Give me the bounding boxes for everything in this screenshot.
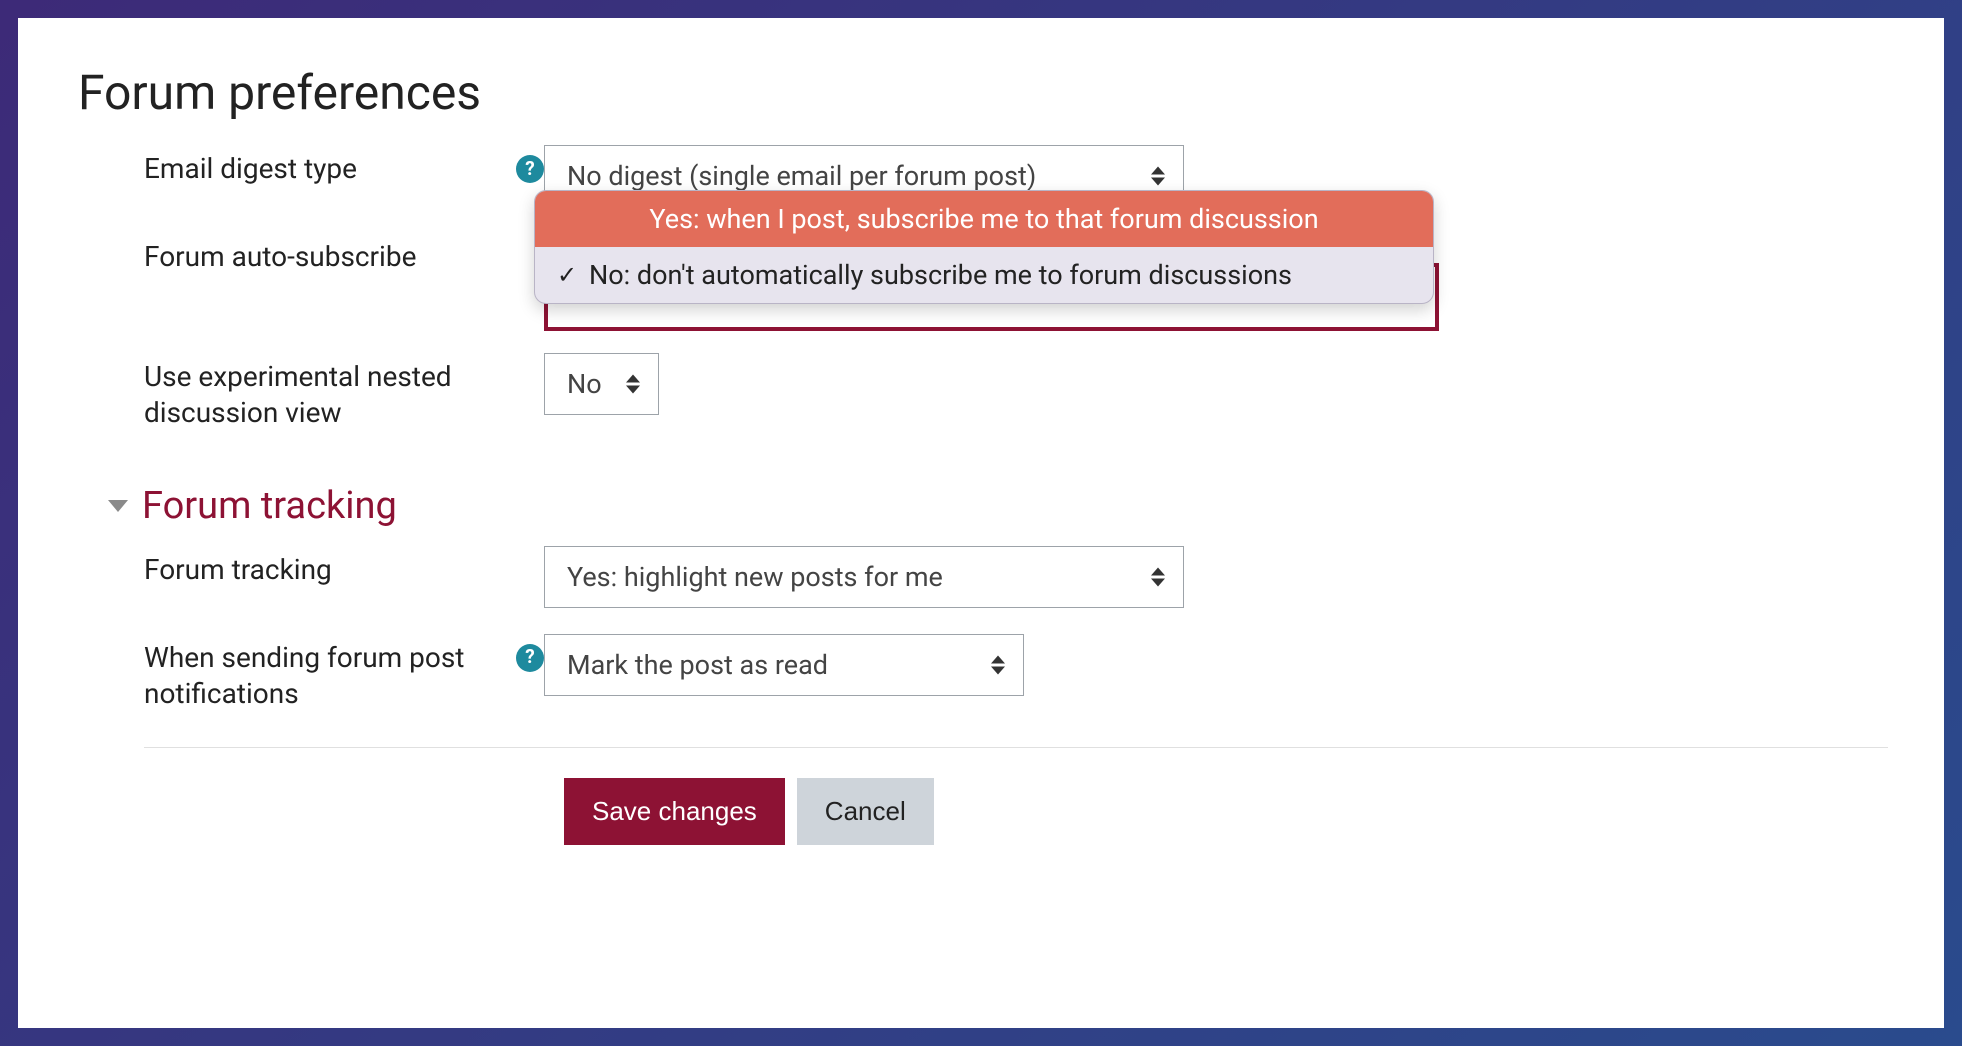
preferences-page: Forum preferences Email digest type ? No… xyxy=(18,18,1944,1028)
forum-tracking-value: Yes: highlight new posts for me xyxy=(567,561,943,593)
auto-subscribe-option-no[interactable]: ✓ No: don't automatically subscribe me t… xyxy=(535,247,1433,303)
option-no-text: No: don't automatically subscribe me to … xyxy=(589,259,1292,291)
chevron-down-icon xyxy=(108,500,128,512)
auto-subscribe-option-yes[interactable]: Yes: when I post, subscribe me to that f… xyxy=(535,191,1433,247)
notifications-value: Mark the post as read xyxy=(567,649,828,681)
action-buttons: Save changes Cancel xyxy=(564,778,1888,845)
forum-tracking-label-text: Forum tracking xyxy=(144,552,506,588)
row-notifications: When sending forum post notifications ? … xyxy=(144,634,1888,713)
auto-subscribe-dropdown: Yes: when I post, subscribe me to that f… xyxy=(534,190,1434,304)
sort-caret-icon xyxy=(991,655,1005,674)
nested-view-control: No xyxy=(544,353,1888,415)
notifications-label-text: When sending forum post notifications xyxy=(144,640,506,713)
label-notifications: When sending forum post notifications ? xyxy=(144,634,544,713)
notifications-control: Mark the post as read xyxy=(544,634,1888,696)
nested-view-select[interactable]: No xyxy=(544,353,659,415)
email-digest-value: No digest (single email per forum post) xyxy=(567,160,1036,192)
cancel-button[interactable]: Cancel xyxy=(797,778,934,845)
row-nested-view: Use experimental nested discussion view … xyxy=(144,353,1888,432)
option-yes-text: Yes: when I post, subscribe me to that f… xyxy=(649,203,1318,235)
email-digest-label-text: Email digest type xyxy=(144,151,506,187)
nested-view-value: No xyxy=(567,368,602,400)
section-forum-tracking-header[interactable]: Forum tracking xyxy=(108,484,1888,528)
label-auto-subscribe: Forum auto-subscribe xyxy=(144,233,544,275)
page-title: Forum preferences xyxy=(78,64,1888,121)
forum-tracking-select[interactable]: Yes: highlight new posts for me xyxy=(544,546,1184,608)
notifications-select[interactable]: Mark the post as read xyxy=(544,634,1024,696)
nested-view-label-text: Use experimental nested discussion view xyxy=(144,359,506,432)
sort-caret-icon xyxy=(1151,567,1165,586)
sort-caret-icon xyxy=(1151,167,1165,186)
auto-subscribe-label-text: Forum auto-subscribe xyxy=(144,239,506,275)
label-nested-view: Use experimental nested discussion view xyxy=(144,353,544,432)
checkmark-icon: ✓ xyxy=(555,261,579,289)
label-email-digest: Email digest type ? xyxy=(144,145,544,187)
divider xyxy=(144,747,1888,748)
label-forum-tracking: Forum tracking xyxy=(144,546,544,588)
row-auto-subscribe: Forum auto-subscribe Yes: when I post, s… xyxy=(144,233,1888,301)
auto-subscribe-control: Yes: when I post, subscribe me to that f… xyxy=(544,233,1888,301)
save-button[interactable]: Save changes xyxy=(564,778,785,845)
forum-tracking-control: Yes: highlight new posts for me xyxy=(544,546,1888,608)
help-icon[interactable]: ? xyxy=(516,155,544,183)
help-icon[interactable]: ? xyxy=(516,644,544,672)
section-forum-tracking-title: Forum tracking xyxy=(142,484,397,528)
row-forum-tracking: Forum tracking Yes: highlight new posts … xyxy=(144,546,1888,608)
sort-caret-icon xyxy=(626,375,640,394)
